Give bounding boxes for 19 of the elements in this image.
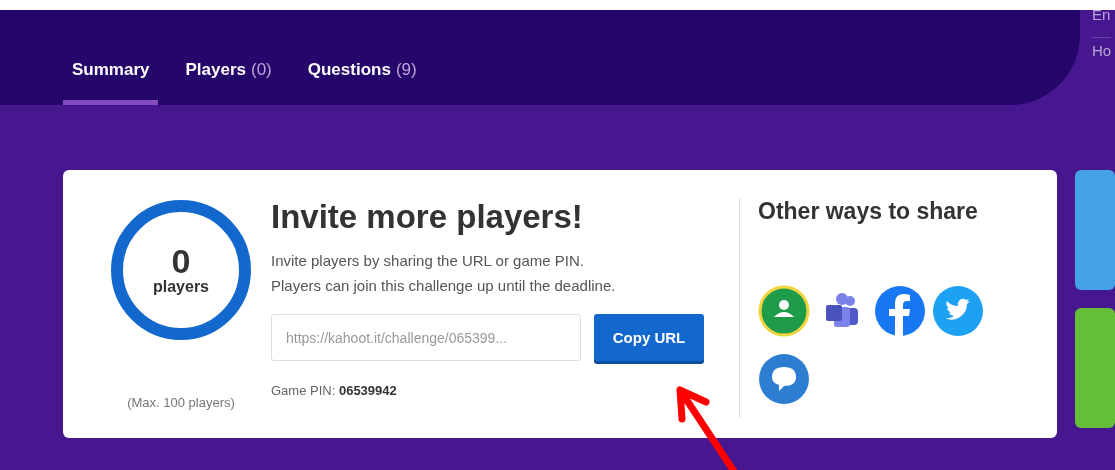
tab[interactable]: Questions (9) [298, 60, 426, 105]
player-limit: (Max. 100 players) [127, 395, 235, 410]
player-unit: players [152, 278, 209, 296]
url-field[interactable]: https://kahoot.it/challenge/065399... [271, 314, 581, 361]
bird-icon[interactable] [932, 285, 984, 337]
copy-url-button[interactable]: Copy URL [594, 314, 704, 361]
game-pin: Game PIN: 06539942 [271, 383, 398, 398]
tab[interactable]: Summary [63, 60, 159, 105]
invite-description: Invite players by sharing the URL or game PIN. [271, 251, 585, 271]
share-title: Other ways to share [758, 198, 979, 225]
classroom-icon[interactable] [758, 285, 810, 337]
tab[interactable]: Players (0) [176, 60, 281, 105]
sidebar-item[interactable]: Ho [1092, 38, 1112, 73]
chat-icon[interactable] [758, 353, 810, 405]
facebook-icon[interactable] [874, 285, 926, 337]
invite-description: Players can join this challenge up until the deadline. [271, 276, 617, 296]
player-count: 0 [171, 244, 191, 278]
invite-title: Invite more players! [271, 198, 584, 236]
sidebar-item[interactable]: En [1092, 2, 1112, 38]
